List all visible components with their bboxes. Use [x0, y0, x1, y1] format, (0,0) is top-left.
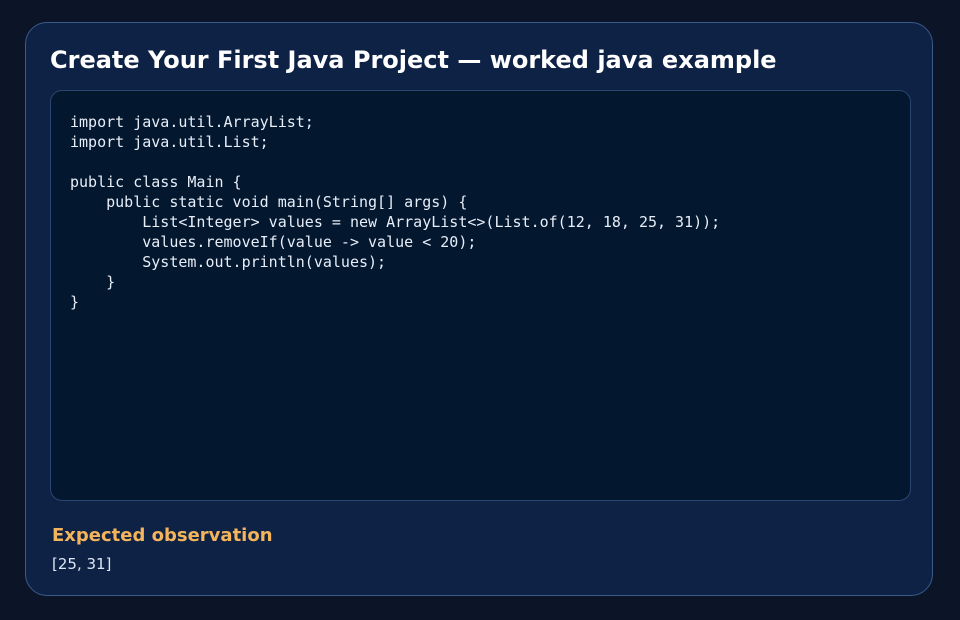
code-block: import java.util.ArrayList; import java.…: [50, 90, 911, 501]
code-text: import java.util.ArrayList; import java.…: [70, 113, 721, 311]
example-card: Create Your First Java Project — worked …: [25, 22, 933, 596]
page-title: Create Your First Java Project — worked …: [50, 46, 777, 74]
observation-value: [25, 31]: [52, 555, 112, 573]
observation-heading: Expected observation: [52, 525, 273, 546]
